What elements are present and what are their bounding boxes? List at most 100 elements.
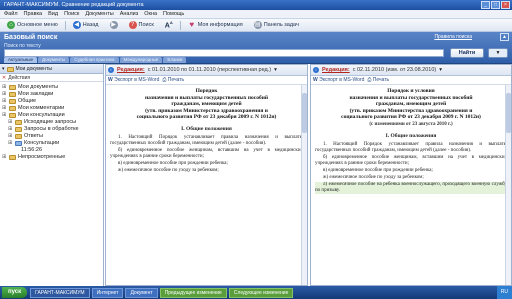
search-tab[interactable]: Бланки: [163, 57, 187, 63]
menu-windows[interactable]: Окна: [144, 10, 157, 18]
menu-edit[interactable]: Правка: [24, 10, 43, 18]
taskbar-button[interactable]: ГАРАНТ-МАКСИМУМ: [30, 287, 90, 298]
printer-icon: ⎙: [367, 77, 372, 83]
sidebar-tree-item[interactable]: ⊞ Мои комментарии: [2, 105, 101, 112]
left-export-word-button[interactable]: W Экспорт в MS-Word: [108, 77, 159, 83]
search-input[interactable]: [4, 49, 444, 57]
expand-icon[interactable]: ⊞: [2, 98, 7, 105]
right-edition-range: с 02.11.2010 (изм. от 23.08.2010): [352, 67, 437, 73]
right-doc-paragraph: 1. Настоящий Порядок устанавливает прави…: [315, 141, 507, 153]
sidebar-menu-icon[interactable]: ▾: [2, 66, 5, 72]
back-button[interactable]: ◀ Назад: [69, 20, 103, 31]
expand-icon[interactable]: ⊞: [2, 91, 7, 98]
left-edition-range: с 01.01.2010 по 01.11.2010 (перспективна…: [147, 67, 272, 73]
sidebar-tree-item[interactable]: ⊞ Ответы: [2, 133, 101, 140]
expand-icon[interactable]: ⊞: [2, 112, 7, 119]
right-doc-scrollbar[interactable]: [505, 85, 511, 285]
left-document-pane: i Редакция: с 01.01.2010 по 01.11.2010 (…: [105, 64, 308, 286]
folder-icon: [15, 134, 22, 139]
left-edition-dropdown-icon[interactable]: ▾: [274, 67, 277, 73]
search-tab[interactable]: Судебная практика: [70, 57, 119, 63]
taskbar-button[interactable]: Документ: [125, 287, 158, 298]
right-document-text: Порядок и условия назначения и выплаты г…: [311, 85, 511, 198]
right-edition-link[interactable]: Редакция:: [322, 67, 350, 73]
expand-icon[interactable]: ⊞: [2, 154, 7, 161]
sidebar-tree-item[interactable]: ⊞ Запросы в обработке: [2, 126, 101, 133]
start-button[interactable]: пуск: [2, 287, 28, 298]
back-label: Назад: [82, 22, 99, 28]
sidebar-tree-item[interactable]: ⊞ Исходящие запросы: [2, 119, 101, 126]
expand-icon[interactable]: ⊞: [8, 126, 13, 133]
main-menu-button[interactable]: ⌂ Основное меню: [3, 20, 62, 31]
heart-icon: ♥: [189, 20, 195, 29]
collapse-search-panel-button[interactable]: ▲: [500, 33, 509, 41]
sidebar-tree-item[interactable]: ⊞ Непросмотренные: [2, 154, 101, 161]
task-panel-button[interactable]: ▤ Панель задач: [250, 20, 303, 31]
sidebar-tree-item[interactable]: ⊞ Мои документы: [2, 84, 101, 91]
left-edition-link[interactable]: Редакция:: [117, 67, 145, 73]
minimize-button[interactable]: _: [481, 1, 490, 9]
search-help-link[interactable]: Правила поиска: [434, 34, 472, 40]
expand-icon[interactable]: ⊞: [8, 140, 13, 147]
sidebar-tree-item[interactable]: ⊞ Консультации: [2, 140, 101, 147]
main-toolbar: ⌂ Основное меню ◀ Назад ▶ ? Поиск AA ♥ М…: [0, 19, 512, 32]
taskbar-button[interactable]: Предыдущее изменение: [159, 287, 227, 298]
sidebar-actions[interactable]: Действия: [8, 75, 30, 81]
taskbar-button[interactable]: Следующее изменение: [228, 287, 294, 298]
left-doc-paragraph: б) единовременное пособие женщинам, вста…: [110, 147, 303, 159]
window-title: ГАРАНТ-МАКСИМУМ. Сравнение редакций доку…: [4, 2, 144, 8]
search-button[interactable]: ? Поиск: [125, 20, 158, 31]
search-tab[interactable]: Документы: [38, 57, 70, 63]
left-doc-scrollbar[interactable]: [301, 85, 307, 285]
taskbar-button[interactable]: Интернет: [91, 287, 124, 298]
tree-item-label: Непросмотренные: [18, 154, 66, 160]
expand-icon[interactable]: ⊞: [8, 133, 13, 140]
sidebar-close-icon[interactable]: ✕: [2, 75, 6, 81]
right-edition-header: i Редакция: с 02.11.2010 (изм. от 23.08.…: [311, 65, 511, 76]
menu-view[interactable]: Вид: [48, 10, 58, 18]
expand-icon[interactable]: ⊞: [2, 84, 7, 91]
left-doc-scroll-thumb[interactable]: [302, 93, 307, 133]
close-window-button[interactable]: ×: [501, 1, 510, 9]
menu-documents[interactable]: Документы: [85, 10, 113, 18]
font-size-button[interactable]: AA: [161, 20, 177, 31]
right-print-button[interactable]: ⎙ Печать: [367, 77, 389, 83]
main-menu-label: Основное меню: [17, 22, 58, 28]
tree-item-label: Мои документы: [18, 84, 59, 90]
search-tabs: Актуальные Документы Судебная практика М…: [4, 57, 187, 63]
expand-icon[interactable]: ⊞: [2, 105, 7, 112]
search-tab[interactable]: Международные: [119, 57, 163, 63]
sidebar-tree-item[interactable]: ⊞ Мои закладки: [2, 91, 101, 98]
folder-icon: [15, 141, 22, 146]
sidebar-tree-item[interactable]: ⊞ Общие: [2, 98, 101, 105]
search-options-button[interactable]: ▼: [488, 48, 508, 58]
menu-search[interactable]: Поиск: [64, 10, 79, 18]
menu-help[interactable]: Помощь: [163, 10, 184, 18]
sidebar-tree-item[interactable]: 11:56:26: [2, 147, 101, 154]
find-button[interactable]: Найти: [450, 48, 484, 58]
right-doc-changed-paragraph: л) ежемесячное пособие на ребенка военно…: [315, 181, 507, 194]
folder-icon: [15, 120, 22, 125]
tree-item-label: Запросы в обработке: [24, 126, 79, 132]
menu-analysis[interactable]: Анализ: [120, 10, 139, 18]
right-doc-paragraph: ж) ежемесячное пособие по уходу за ребен…: [323, 174, 424, 180]
font-size-icon: AA: [164, 20, 173, 30]
forward-button[interactable]: ▶: [106, 20, 122, 31]
right-doc-toolbar: W Экспорт в MS-Word ⎙ Печать: [311, 76, 511, 85]
maximize-button[interactable]: □: [491, 1, 500, 9]
menu-file[interactable]: Файл: [4, 10, 18, 18]
folder-icon: [9, 106, 16, 111]
right-edition-dropdown-icon[interactable]: ▾: [439, 67, 442, 73]
folder-icon: [9, 92, 16, 97]
toolbar-separator: [179, 20, 181, 30]
my-info-label: Моя информация: [197, 22, 243, 28]
right-export-word-button[interactable]: W Экспорт в MS-Word: [313, 77, 364, 83]
left-print-button[interactable]: ⎙ Печать: [162, 77, 184, 83]
my-info-button[interactable]: ♥ Моя информация: [184, 20, 247, 31]
right-doc-scroll-thumb[interactable]: [506, 93, 511, 133]
expand-icon[interactable]: ⊞: [8, 119, 13, 126]
right-doc-paragraph: в) единовременное пособие при рождении р…: [323, 167, 433, 173]
sidebar-tree-item[interactable]: ⊞ Мои консультации: [2, 112, 101, 119]
left-doc-toolbar: W Экспорт в MS-Word ⎙ Печать: [106, 76, 307, 85]
search-tab[interactable]: Актуальные: [4, 57, 38, 63]
